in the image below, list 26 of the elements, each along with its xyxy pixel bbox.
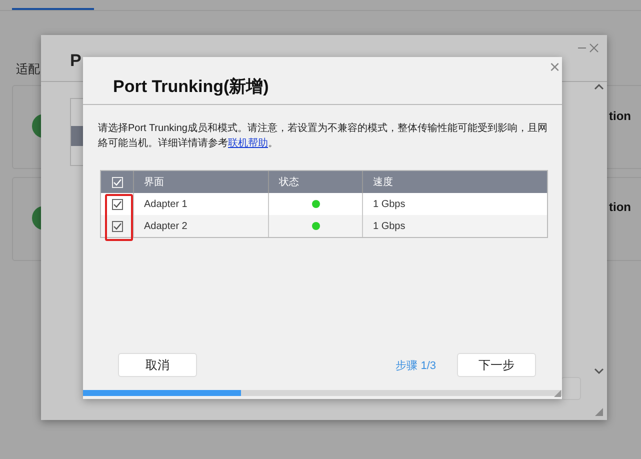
column-header: 状态	[279, 176, 299, 189]
select-all-checkbox[interactable]	[112, 176, 122, 188]
row-checkbox[interactable]	[112, 220, 122, 232]
cancel-button[interactable]: 取消	[118, 353, 197, 377]
table-cell: Adapter 1	[144, 198, 188, 210]
section-label: 适配	[16, 61, 40, 78]
scroll-down-icon[interactable]	[594, 367, 604, 375]
table-cell: Adapter 2	[144, 220, 188, 232]
next-button[interactable]: 下一步	[457, 353, 536, 377]
table-cell: 1 Gbps	[373, 198, 406, 210]
step-indicator: 步骤 1/3	[396, 358, 436, 372]
dialog-title: P	[70, 51, 82, 70]
help-link[interactable]: 联机帮助	[228, 138, 268, 149]
dialog-title: Port Trunking(新增)	[113, 77, 269, 96]
card-title: tion	[609, 200, 631, 214]
close-icon[interactable]	[589, 43, 599, 53]
row-checkbox[interactable]	[112, 198, 122, 210]
input-field[interactable]	[561, 377, 581, 400]
card-title: tion	[609, 109, 631, 123]
scroll-up-icon[interactable]	[594, 83, 604, 91]
table-cell: 1 Gbps	[373, 220, 406, 232]
description-text: 请选择Port Trunking成员和模式。请注意，若设置为不兼容的模式，整体传输性能可能受到影响，且网絡可能当机。详细详情请参考联机帮助。	[98, 122, 548, 151]
column-header: 界面	[144, 176, 164, 189]
resize-grip-icon[interactable]	[554, 390, 561, 397]
column-header: 速度	[373, 176, 393, 189]
resize-grip-icon[interactable]	[595, 408, 603, 416]
